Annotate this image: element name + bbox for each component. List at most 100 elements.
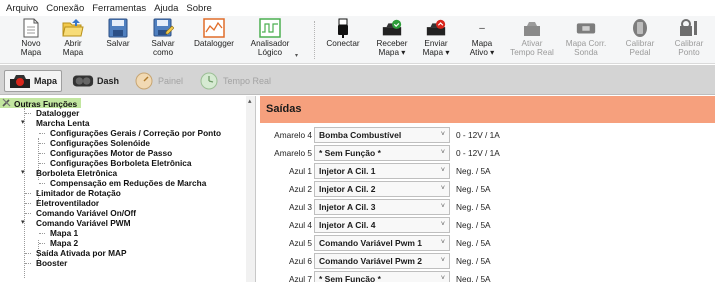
output-row: Azul 5 Comando Variável Pwm 1 ˅ Neg. / 5A xyxy=(260,235,715,252)
tree-item-borboleta-eletronica[interactable]: Borboleta Eletrônica xyxy=(36,168,117,178)
gauge-icon xyxy=(133,72,155,90)
scroll-up-icon[interactable]: ▴ xyxy=(248,97,252,105)
menu-ferramentas[interactable]: Ferramentas xyxy=(88,3,150,14)
usb-plug-icon xyxy=(332,18,354,38)
output-range: 0 - 12V / 1A xyxy=(456,130,500,140)
menu-sobre[interactable]: Sobre xyxy=(182,3,215,14)
output-label: Azul 1 xyxy=(288,166,312,176)
datalogger-chart-icon xyxy=(203,18,225,38)
output-label: Azul 2 xyxy=(288,184,312,194)
tab-mapa[interactable]: Mapa xyxy=(4,70,63,92)
engine-red-icon xyxy=(9,72,31,90)
output-range: Neg. / 5A xyxy=(456,166,491,176)
tree-connector xyxy=(39,133,45,134)
select-value: Comando Variável Pwm 1 xyxy=(319,238,422,248)
analisador-logico-button[interactable]: Analisador Lógico ▾ xyxy=(246,18,298,62)
collapse-arrow-icon[interactable]: ▾ xyxy=(21,168,25,178)
ignition-point-icon xyxy=(678,18,700,38)
tree-item-comando-pwm[interactable]: Comando Variável PWM xyxy=(36,218,131,228)
chevron-down-icon: ˅ xyxy=(440,149,445,156)
output-function-select[interactable]: * Sem Função * ˅ xyxy=(314,271,450,282)
datalogger-button[interactable]: Datalogger xyxy=(190,18,238,62)
tree-connector xyxy=(25,203,31,204)
salvar-como-button[interactable]: Salvar como xyxy=(146,18,180,62)
tools-icon xyxy=(2,98,12,109)
novo-mapa-label: Novo Mapa xyxy=(20,39,42,57)
calibrar-pedal-button[interactable]: Calibrar Pedal xyxy=(620,18,660,62)
chevron-down-icon: ˅ xyxy=(440,203,445,210)
mapa-corr-sonda-button[interactable]: Mapa Corr. Sonda xyxy=(563,18,609,62)
tree-item-booster[interactable]: Booster xyxy=(36,258,67,268)
output-function-select[interactable]: Injetor A Cil. 1 ˅ xyxy=(314,163,450,179)
mapa-ativo-dropdown[interactable]: – Mapa Ativo ▾ xyxy=(464,18,500,62)
receive-map-icon xyxy=(381,18,403,38)
ativar-tempo-real-button[interactable]: Ativar Tempo Real xyxy=(509,18,555,62)
calibrar-ponto-button[interactable]: Calibrar Ponto xyxy=(669,18,709,62)
tree-item-compensacao-reducoes[interactable]: Compensação em Reduções de Marcha xyxy=(50,178,206,188)
receber-mapa-button[interactable]: Receber Mapa ▾ xyxy=(371,18,413,62)
output-row: Amarelo 5 * Sem Função * ˅ 0 - 12V / 1A xyxy=(260,145,715,162)
tree-connector xyxy=(25,193,31,194)
dashboard-icon xyxy=(72,72,94,90)
menu-conexao[interactable]: Conexão xyxy=(42,3,88,14)
output-function-select[interactable]: * Sem Função * ˅ xyxy=(314,145,450,161)
menu-arquivo[interactable]: Arquivo xyxy=(2,3,42,14)
conectar-button[interactable]: Conectar xyxy=(322,18,364,62)
tab-painel-label: Painel xyxy=(158,76,184,86)
tree-item-eletroventilador[interactable]: Eletroventilador xyxy=(36,198,99,208)
send-map-icon xyxy=(425,18,447,38)
collapse-arrow-icon[interactable]: ▾ xyxy=(21,118,25,128)
menu-bar: Arquivo Conexão Ferramentas Ajuda Sobre xyxy=(0,0,715,16)
output-row: Azul 4 Injetor A Cil. 4 ˅ Neg. / 5A xyxy=(260,217,715,234)
toolbar: Novo Mapa Abrir Mapa Salvar Salvar como … xyxy=(0,16,715,64)
tab-painel[interactable]: Painel xyxy=(133,70,183,92)
output-function-select[interactable]: Injetor A Cil. 2 ˅ xyxy=(314,181,450,197)
chevron-down-icon: ˅ xyxy=(440,221,445,228)
output-function-select[interactable]: Injetor A Cil. 3 ˅ xyxy=(314,199,450,215)
toolbar-overflow-icon[interactable]: ▾ xyxy=(295,52,298,59)
abrir-mapa-button[interactable]: Abrir Mapa xyxy=(58,18,88,62)
tree-item-marcha-lenta[interactable]: Marcha Lenta xyxy=(36,118,89,128)
tree-connector xyxy=(39,233,45,234)
tree-item-config-motor-passo[interactable]: Configurações Motor de Passo xyxy=(50,148,172,158)
select-value: Injetor A Cil. 2 xyxy=(319,184,376,194)
tree-item-config-solenoide[interactable]: Configurações Solenóide xyxy=(50,138,150,148)
chevron-down-icon: ˅ xyxy=(440,275,445,282)
tree-item-outras-funcoes[interactable]: Outras Funções xyxy=(0,98,82,109)
tree-item-mapa-2[interactable]: Mapa 2 xyxy=(50,238,78,248)
tree-item-mapa-1[interactable]: Mapa 1 xyxy=(50,228,78,238)
tree-item-saida-map[interactable]: Saída Ativada por MAP xyxy=(36,248,127,258)
tree-item-datalogger[interactable]: Datalogger xyxy=(36,108,79,118)
output-label: Amarelo 4 xyxy=(274,130,312,140)
datalogger-label: Datalogger xyxy=(193,39,235,48)
output-function-select[interactable]: Bomba Combustível ˅ xyxy=(314,127,450,143)
tree-item-config-borboleta[interactable]: Configurações Borboleta Eletrônica xyxy=(50,158,192,168)
output-label: Azul 5 xyxy=(288,238,312,248)
salvar-label: Salvar xyxy=(106,39,130,48)
output-function-select[interactable]: Injetor A Cil. 4 ˅ xyxy=(314,217,450,233)
panel-header: Saídas xyxy=(260,96,715,123)
tree-connector xyxy=(39,163,45,164)
enviar-mapa-button[interactable]: Enviar Mapa ▾ xyxy=(418,18,454,62)
novo-mapa-button[interactable]: Novo Mapa xyxy=(14,18,48,62)
output-function-select[interactable]: Comando Variável Pwm 1 ˅ xyxy=(314,235,450,251)
tree-connector xyxy=(25,213,31,214)
output-range: Neg. / 5A xyxy=(456,256,491,266)
salvar-button[interactable]: Salvar xyxy=(103,18,133,62)
new-document-icon xyxy=(20,18,42,38)
tree-connector xyxy=(39,243,45,244)
tab-tempo-real[interactable]: Tempo Real xyxy=(198,70,271,92)
menu-ajuda[interactable]: Ajuda xyxy=(150,3,182,14)
mapa-ativo-value-text: – xyxy=(479,22,485,34)
realtime-engine-icon xyxy=(521,18,543,38)
tree-item-config-gerais[interactable]: Configurações Gerais / Correção por Pont… xyxy=(50,128,221,138)
tree-scrollbar[interactable]: ▴ xyxy=(246,96,255,282)
output-function-select[interactable]: Comando Variável Pwm 2 ˅ xyxy=(314,253,450,269)
analisador-logico-label: Analisador Lógico xyxy=(250,39,290,57)
tab-dash[interactable]: Dash xyxy=(72,70,119,92)
collapse-arrow-icon[interactable]: ▾ xyxy=(21,218,25,228)
tree-item-comando-onoff[interactable]: Comando Variável On/Off xyxy=(36,208,136,218)
chevron-down-icon: ˅ xyxy=(440,239,445,246)
tree-item-limitador-rotacao[interactable]: Limitador de Rotação xyxy=(36,188,121,198)
ativar-tempo-real-label: Ativar Tempo Real xyxy=(510,39,554,57)
